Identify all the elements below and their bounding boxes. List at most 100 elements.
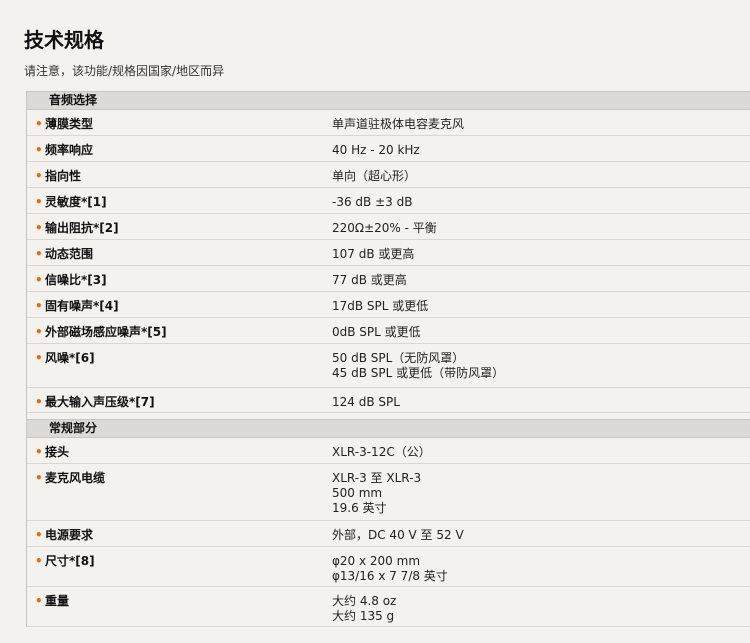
spec-values: 40 Hz - 20 kHz bbox=[311, 143, 750, 161]
spec-values: 50 dB SPL（无防风罩） 45 dB SPL 或更低（带防风罩） bbox=[311, 351, 750, 387]
spec-label-text: 输出阻抗*[2] bbox=[45, 221, 119, 235]
spec-row: • 电源要求 外部，DC 40 V 至 52 V bbox=[27, 521, 750, 547]
spec-value: 大约 135 g bbox=[332, 609, 395, 623]
bullet-icon: • bbox=[35, 143, 43, 157]
spec-value: 124 dB SPL bbox=[332, 395, 400, 409]
spec-label-text: 尺寸*[8] bbox=[45, 554, 95, 568]
spec-label-text: 动态范围 bbox=[45, 247, 94, 261]
spec-value: 77 dB 或更高 bbox=[332, 273, 407, 287]
spec-value: 0dB SPL 或更低 bbox=[332, 325, 421, 339]
spec-label: • 固有噪声*[4] bbox=[27, 299, 311, 317]
spec-row: • 最大输入声压级*[7] 124 dB SPL bbox=[27, 388, 750, 413]
bullet-icon: • bbox=[35, 195, 43, 209]
spec-label-text: 信噪比*[3] bbox=[45, 273, 107, 287]
spec-row: • 指向性 单向（超心形） bbox=[27, 162, 750, 188]
spec-values: 大约 4.8 oz 大约 135 g bbox=[311, 594, 750, 626]
spec-label: • 频率响应 bbox=[27, 143, 311, 161]
spec-label: • 麦克风电缆 bbox=[27, 471, 311, 520]
section-header: 音频选择 bbox=[27, 91, 750, 110]
bullet-icon: • bbox=[35, 169, 43, 183]
spec-label-text: 重量 bbox=[45, 594, 70, 608]
spec-label: • 薄膜类型 bbox=[27, 117, 311, 135]
spec-label: • 尺寸*[8] bbox=[27, 554, 311, 586]
page-title: 技术规格 bbox=[24, 28, 104, 52]
spec-value: 40 Hz - 20 kHz bbox=[332, 143, 420, 157]
spec-label-text: 接头 bbox=[45, 445, 70, 459]
spec-label-text: 电源要求 bbox=[45, 528, 94, 542]
spec-value: 大约 4.8 oz bbox=[332, 594, 397, 608]
spec-value: XLR-3 至 XLR-3 bbox=[332, 471, 422, 485]
spec-row: • 风噪*[6] 50 dB SPL（无防风罩） 45 dB SPL 或更低（带防风罩… bbox=[27, 344, 750, 388]
spec-label-text: 风噪*[6] bbox=[45, 351, 95, 365]
spec-value: 19.6 英寸 bbox=[332, 501, 387, 515]
spec-label-text: 最大输入声压级*[7] bbox=[45, 395, 155, 409]
spec-label: • 灵敏度*[1] bbox=[27, 195, 311, 213]
bullet-icon: • bbox=[35, 221, 43, 235]
spec-values: 17dB SPL 或更低 bbox=[311, 299, 750, 317]
spec-row: • 灵敏度*[1] -36 dB ±3 dB bbox=[27, 188, 750, 214]
spec-values: XLR-3 至 XLR-3 500 mm 19.6 英寸 bbox=[311, 471, 750, 520]
spec-label-text: 固有噪声*[4] bbox=[45, 299, 119, 313]
spec-value: 17dB SPL 或更低 bbox=[332, 299, 429, 313]
region-note: 请注意，该功能/规格因国家/地区而异 bbox=[24, 64, 225, 78]
spec-label: • 重量 bbox=[27, 594, 311, 626]
spec-label: • 指向性 bbox=[27, 169, 311, 187]
spec-value: XLR-3-12C（公） bbox=[332, 445, 431, 459]
spec-label-text: 指向性 bbox=[45, 169, 82, 183]
spec-table: 音频选择 • 薄膜类型 单声道驻极体电容麦克风 • 频率响应 40 Hz - 20 kHz •… bbox=[26, 91, 750, 627]
spec-label: • 外部磁场感应噪声*[5] bbox=[27, 325, 311, 343]
bullet-icon: • bbox=[35, 351, 43, 365]
spec-value: 外部，DC 40 V 至 52 V bbox=[332, 528, 464, 542]
spec-value: 220Ω±20% - 平衡 bbox=[332, 221, 437, 235]
spec-value: 45 dB SPL 或更低（带防风罩） bbox=[332, 366, 505, 380]
bullet-icon: • bbox=[35, 247, 43, 261]
bullet-icon: • bbox=[35, 325, 43, 339]
spec-row: • 外部磁场感应噪声*[5] 0dB SPL 或更低 bbox=[27, 318, 750, 344]
spec-values: XLR-3-12C（公） bbox=[311, 445, 750, 463]
spec-values: 220Ω±20% - 平衡 bbox=[311, 221, 750, 239]
spec-label: • 动态范围 bbox=[27, 247, 311, 265]
spec-label: • 风噪*[6] bbox=[27, 351, 311, 387]
spec-values: 0dB SPL 或更低 bbox=[311, 325, 750, 343]
spec-value: φ20 x 200 mm bbox=[332, 554, 421, 568]
spec-value: 107 dB 或更高 bbox=[332, 247, 415, 261]
spec-values: 单向（超心形） bbox=[311, 169, 750, 187]
spec-label: • 信噪比*[3] bbox=[27, 273, 311, 291]
spec-row: • 接头 XLR-3-12C（公） bbox=[27, 438, 750, 464]
spec-values: 单声道驻极体电容麦克风 bbox=[311, 117, 750, 135]
spec-value: 单声道驻极体电容麦克风 bbox=[332, 117, 465, 131]
spec-label: • 电源要求 bbox=[27, 528, 311, 546]
spec-label-text: 麦克风电缆 bbox=[45, 471, 106, 485]
bullet-icon: • bbox=[35, 299, 43, 313]
bullet-icon: • bbox=[35, 528, 43, 542]
bullet-icon: • bbox=[35, 471, 43, 485]
spec-value: -36 dB ±3 dB bbox=[332, 195, 413, 209]
spec-value: φ13/16 x 7 7/8 英寸 bbox=[332, 569, 448, 583]
bullet-icon: • bbox=[35, 117, 43, 131]
spec-row: • 动态范围 107 dB 或更高 bbox=[27, 240, 750, 266]
spec-values: 外部，DC 40 V 至 52 V bbox=[311, 528, 750, 546]
spec-row: • 固有噪声*[4] 17dB SPL 或更低 bbox=[27, 292, 750, 318]
spec-label: • 输出阻抗*[2] bbox=[27, 221, 311, 239]
spec-row: • 信噪比*[3] 77 dB 或更高 bbox=[27, 266, 750, 292]
spec-values: 124 dB SPL bbox=[311, 395, 750, 412]
spec-label: • 接头 bbox=[27, 445, 311, 463]
spec-value: 单向（超心形） bbox=[332, 169, 417, 183]
spec-label-text: 频率响应 bbox=[45, 143, 94, 157]
spec-label-text: 薄膜类型 bbox=[45, 117, 94, 131]
spec-label-text: 灵敏度*[1] bbox=[45, 195, 107, 209]
spec-row: • 薄膜类型 单声道驻极体电容麦克风 bbox=[27, 110, 750, 136]
spec-row: • 频率响应 40 Hz - 20 kHz bbox=[27, 136, 750, 162]
spec-values: 107 dB 或更高 bbox=[311, 247, 750, 265]
spec-values: 77 dB 或更高 bbox=[311, 273, 750, 291]
bullet-icon: • bbox=[35, 554, 43, 568]
bullet-icon: • bbox=[35, 395, 43, 409]
bullet-icon: • bbox=[35, 445, 43, 459]
bullet-icon: • bbox=[35, 594, 43, 608]
spec-label: • 最大输入声压级*[7] bbox=[27, 395, 311, 412]
spec-label-text: 外部磁场感应噪声*[5] bbox=[45, 325, 167, 339]
spec-row: • 麦克风电缆 XLR-3 至 XLR-3 500 mm 19.6 英寸 bbox=[27, 464, 750, 521]
section-header: 常规部分 bbox=[27, 419, 750, 438]
spec-value: 50 dB SPL（无防风罩） bbox=[332, 351, 465, 365]
spec-value: 500 mm bbox=[332, 486, 383, 500]
